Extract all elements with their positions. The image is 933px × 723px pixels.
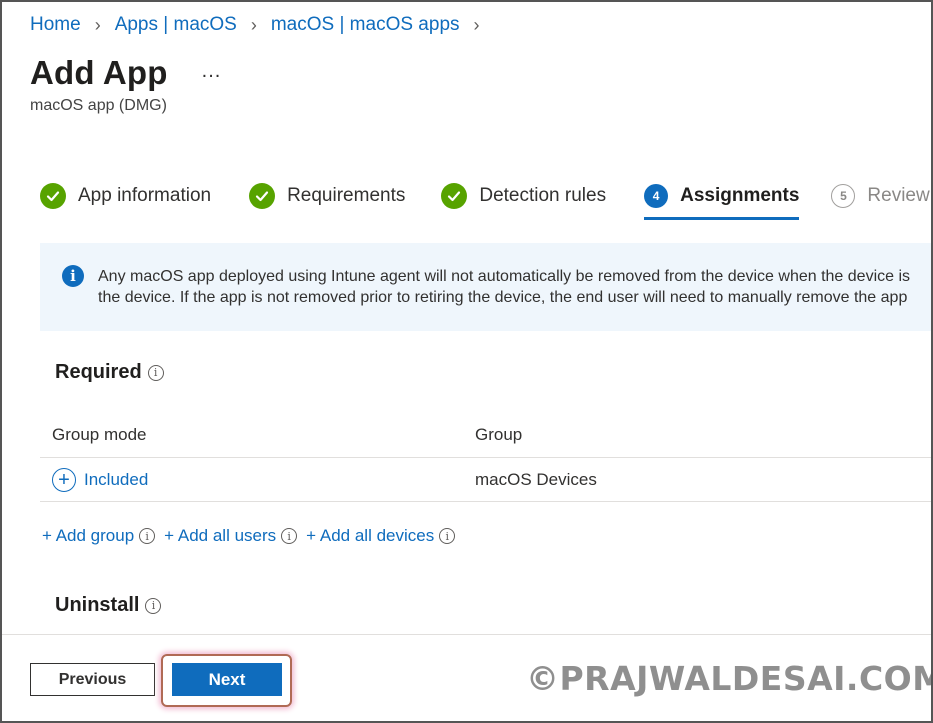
breadcrumb-home[interactable]: Home — [30, 14, 81, 36]
step-number: 5 — [831, 184, 856, 208]
info-icon[interactable]: i — [139, 528, 156, 544]
info-icon[interactable]: i — [439, 528, 456, 544]
step-assignments[interactable]: 4 Assignments — [644, 178, 800, 220]
assignments-table: Group mode Group + Included macOS Device… — [40, 413, 931, 502]
banner-text: Any macOS app deployed using Intune agen… — [98, 266, 910, 331]
chevron-right-icon: › — [94, 14, 101, 35]
checkmark-icon — [40, 183, 66, 209]
add-links: + Add group i + Add all users i + Add al… — [42, 526, 464, 546]
plus-circle-icon: + — [52, 467, 76, 492]
more-options-icon[interactable]: ... — [202, 60, 222, 83]
uninstall-title: Uninstall — [55, 594, 140, 616]
step-label: Assignments — [680, 185, 800, 206]
next-button[interactable]: Next — [172, 663, 282, 696]
step-label: Detection rules — [479, 185, 607, 206]
step-label: App information — [78, 185, 212, 206]
uninstall-section-title: Uninstall i — [55, 594, 162, 617]
page-title: Add App — [30, 54, 168, 91]
column-header-group-mode[interactable]: Group mode — [40, 425, 463, 445]
info-icon[interactable]: i — [281, 528, 298, 544]
step-requirements[interactable]: Requirements — [249, 178, 405, 214]
watermark: ©PRAJWALDESAI.COM — [526, 659, 933, 698]
info-icon: i — [62, 265, 84, 287]
banner-line: Any macOS app deployed using Intune agen… — [98, 268, 911, 285]
group-mode-included[interactable]: + Included — [52, 467, 463, 492]
required-section-title: Required i — [55, 361, 164, 384]
footer-divider — [2, 634, 931, 635]
breadcrumb-macos-apps[interactable]: macOS | macOS apps — [271, 14, 460, 36]
group-mode-label: Included — [84, 469, 149, 489]
info-banner: i Any macOS app deployed using Intune ag… — [40, 243, 931, 331]
breadcrumb: Home › Apps | macOS › macOS | macOS apps… — [30, 14, 494, 36]
banner-line: the device. If the app is not removed pr… — [98, 289, 908, 306]
title-row: Add App ... — [30, 54, 221, 92]
previous-button[interactable]: Previous — [30, 663, 155, 696]
step-label: Review — [867, 185, 930, 206]
app-frame: Home › Apps | macOS › macOS | macOS apps… — [0, 0, 933, 723]
step-label: Requirements — [287, 185, 406, 206]
group-name: macOS Devices — [475, 469, 597, 489]
info-icon[interactable]: i — [145, 597, 162, 614]
step-number: 4 — [644, 184, 669, 208]
step-app-information[interactable]: App information — [40, 178, 211, 214]
required-title: Required — [55, 361, 142, 383]
column-header-group[interactable]: Group — [463, 425, 931, 445]
info-icon[interactable]: i — [147, 364, 164, 381]
table-header: Group mode Group — [40, 413, 931, 458]
add-all-users-link[interactable]: + Add all users — [164, 526, 276, 546]
breadcrumb-apps-macos[interactable]: Apps | macOS — [115, 14, 237, 36]
add-all-devices-link[interactable]: + Add all devices — [306, 526, 434, 546]
checkmark-icon — [441, 183, 468, 209]
chevron-right-icon: › — [250, 14, 257, 35]
wizard-steps: App information Requirements Detection r… — [40, 178, 930, 220]
table-row: + Included macOS Devices — [40, 458, 931, 502]
checkmark-icon — [249, 183, 276, 209]
add-group-link[interactable]: + Add group — [42, 526, 134, 546]
step-detection-rules[interactable]: Detection rules — [441, 178, 606, 214]
step-review[interactable]: 5 Review — [831, 178, 930, 214]
chevron-right-icon: › — [473, 14, 480, 35]
page-subtitle: macOS app (DMG) — [30, 97, 167, 114]
